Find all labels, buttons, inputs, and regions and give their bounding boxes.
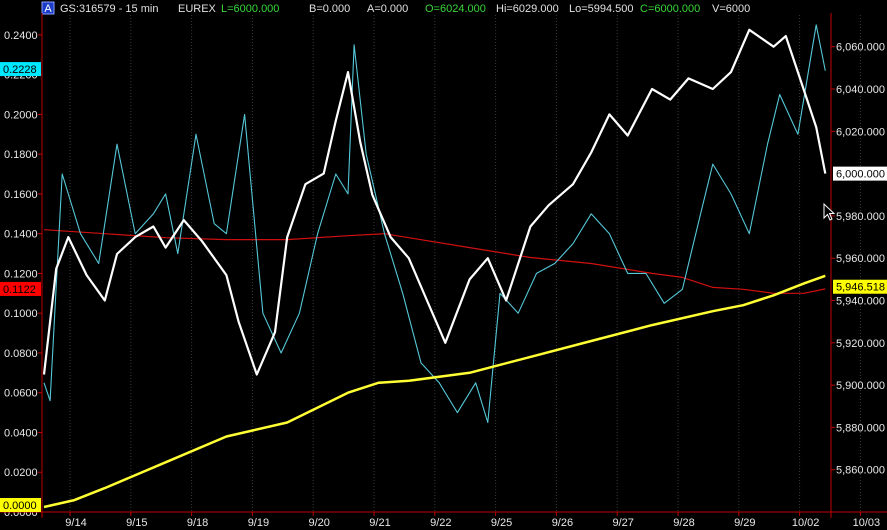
left-value-tag-label: 0.1122 <box>3 284 36 296</box>
right-value-tag-label: 5,946.518 <box>836 282 885 294</box>
x-tick-label: 10/02 <box>792 517 820 529</box>
close-value: C=6000.000 <box>640 3 700 15</box>
left-tick-label: 0.2000 <box>4 109 38 121</box>
x-tick-label: 9/18 <box>187 517 208 529</box>
right-tick-label: 5,980.000 <box>836 211 885 223</box>
left-tick-label: 0.1800 <box>4 149 38 161</box>
x-tick-label: 9/27 <box>612 517 633 529</box>
ask-value: A=0.000 <box>367 3 408 15</box>
x-tick-label: 9/14 <box>65 517 86 529</box>
right-tick-label: 6,040.000 <box>836 84 885 96</box>
symbol-text: GS:316579 - 15 min <box>60 3 158 15</box>
bid-value: B=0.000 <box>309 3 350 15</box>
right-tick-label: 5,940.000 <box>836 296 885 308</box>
x-tick-label: 10/03 <box>853 517 881 529</box>
right-tick-label: 5,860.000 <box>836 465 885 477</box>
last-value: L=6000.000 <box>221 3 279 15</box>
left-value-tag-label: 0.2228 <box>3 64 37 76</box>
x-tick-label: 9/21 <box>369 517 390 529</box>
symbol-icon-label: A <box>44 3 52 15</box>
left-tick-label: 0.1600 <box>4 189 38 201</box>
chart-background <box>0 0 887 530</box>
x-tick-label: 9/22 <box>430 517 451 529</box>
x-tick-label: 9/28 <box>673 517 694 529</box>
right-tick-label: 6,020.000 <box>836 126 885 138</box>
right-tick-label: 5,900.000 <box>836 380 885 392</box>
left-tick-label: 0.0800 <box>4 348 38 360</box>
price-chart: A GS:316579 - 15 min EUREX L=6000.000 B=… <box>0 0 887 530</box>
left-tick-label: 0.1400 <box>4 229 38 241</box>
right-tick-label: 5,960.000 <box>836 253 885 265</box>
right-tick-label: 5,920.000 <box>836 338 885 350</box>
high-value: Hi=6029.000 <box>496 3 559 15</box>
left-tick-label: 0.0400 <box>4 427 38 439</box>
exchange-text: EUREX <box>178 3 217 15</box>
x-tick-label: 9/20 <box>308 517 329 529</box>
left-tick-label: 0.2400 <box>4 30 38 42</box>
x-tick-label: 9/25 <box>491 517 512 529</box>
x-tick-label: 9/19 <box>248 517 269 529</box>
low-value: Lo=5994.500 <box>569 3 634 15</box>
x-tick-label: 9/26 <box>552 517 573 529</box>
volume-value: V=6000 <box>712 3 750 15</box>
right-tick-label: 5,880.000 <box>836 422 885 434</box>
left-value-tag-label: 0.0000 <box>3 500 37 512</box>
open-value: O=6024.000 <box>425 3 486 15</box>
left-tick-label: 0.0600 <box>4 388 38 400</box>
x-tick-label: 9/15 <box>126 517 147 529</box>
x-tick-label: 9/29 <box>734 517 755 529</box>
left-tick-label: 0.1200 <box>4 268 38 280</box>
right-tick-label: 6,060.000 <box>836 42 885 54</box>
left-tick-label: 0.0200 <box>4 467 38 479</box>
left-tick-label: 0.1000 <box>4 308 38 320</box>
header-bar: A GS:316579 - 15 min EUREX L=6000.000 B=… <box>41 1 750 15</box>
right-value-tag-label: 6,000.000 <box>836 169 885 181</box>
